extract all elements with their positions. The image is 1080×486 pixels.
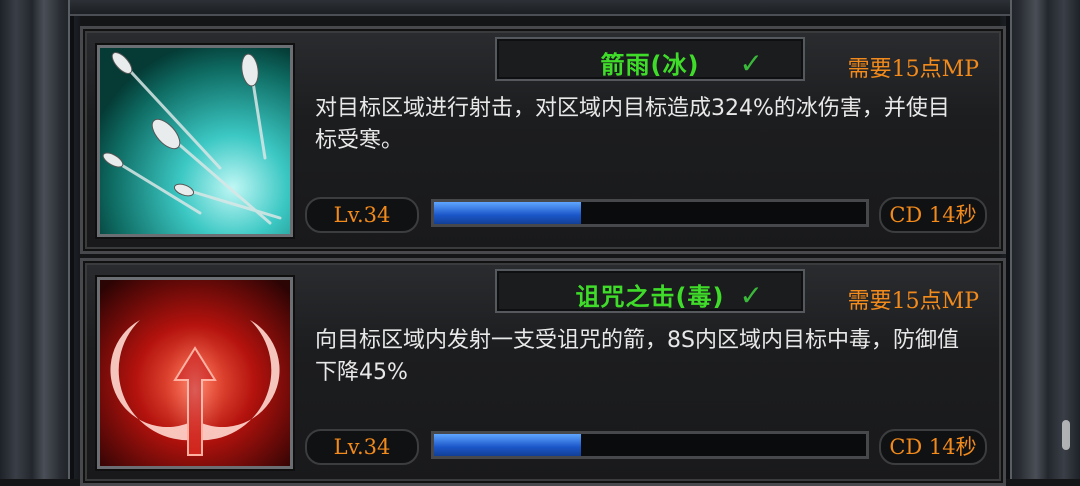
skill-card[interactable]: 诅咒之击(毒) ✓ 需要15点MP 向目标区域内发射一支受诅咒的箭，8S内区域内…	[80, 258, 1006, 486]
mp-cost: 需要15点MP	[847, 57, 979, 82]
skill-title: 诅咒之击(毒) ✓	[495, 269, 805, 313]
scrollbar-thumb[interactable]	[1062, 420, 1070, 450]
skill-level: Lv.34	[305, 429, 419, 465]
right-frame	[1000, 0, 1080, 479]
checkmark-icon: ✓	[739, 279, 763, 312]
checkmark-icon: ✓	[739, 47, 763, 80]
cooldown-label: CD 14秒	[879, 429, 987, 465]
cooldown-label: CD 14秒	[879, 197, 987, 233]
exp-bar	[431, 431, 869, 459]
cursed-arrow-icon[interactable]	[97, 277, 293, 469]
skill-level: Lv.34	[305, 197, 419, 233]
skill-name: 诅咒之击(毒)	[575, 283, 725, 311]
exp-bar-fill	[434, 202, 581, 224]
top-border	[70, 0, 1010, 16]
mp-cost: 需要15点MP	[847, 289, 979, 314]
skill-name: 箭雨(冰)	[600, 51, 700, 79]
skill-title: 箭雨(冰) ✓	[495, 37, 805, 81]
skill-description: 对目标区域进行射击，对区域内目标造成324%的冰伤害，并使目标受寒。	[315, 96, 950, 153]
exp-bar-fill	[434, 434, 581, 456]
arrow-rain-icon[interactable]	[97, 45, 293, 237]
skill-description: 向目标区域内发射一支受诅咒的箭，8S内区域内目标中毒，防御值下降45%	[315, 328, 959, 385]
skill-card[interactable]: 箭雨(冰) ✓ 需要15点MP 对目标区域进行射击，对区域内目标造成324%的冰…	[80, 26, 1006, 254]
exp-bar	[431, 199, 869, 227]
left-frame	[0, 0, 80, 479]
